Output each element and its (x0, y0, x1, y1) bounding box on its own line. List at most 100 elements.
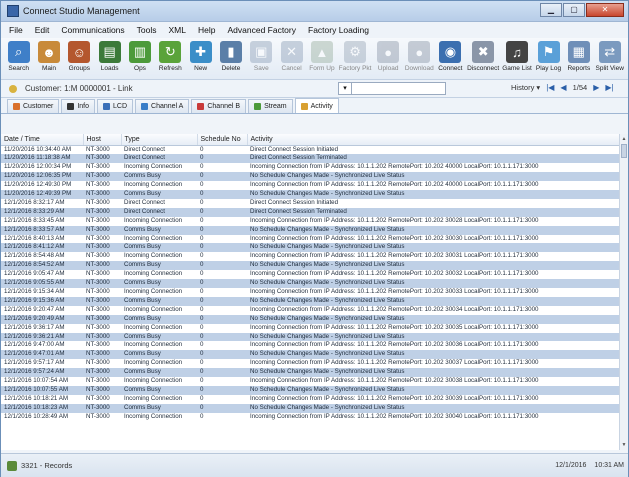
connect-button[interactable]: ◉ Connect (437, 41, 464, 72)
column-header-host[interactable]: Host (83, 134, 122, 146)
table-row[interactable]: 12/1/2016 9:05:47 AM NT-3000 Incoming Conn… (1, 270, 619, 279)
new-button[interactable]: ✚ New (187, 41, 214, 72)
tab-stream[interactable]: Stream (248, 99, 293, 113)
table-cell: Comms Busy (121, 403, 197, 413)
maximize-button[interactable]: ▢ (563, 3, 585, 17)
menu-item-advanced-factory[interactable]: Advanced Factory (227, 25, 296, 35)
table-row[interactable]: 12/1/2016 8:33:57 AM NT-3000 Comms Busy 0 No… (1, 225, 619, 235)
column-header-type[interactable]: Type (121, 134, 198, 146)
disconnect-button[interactable]: ✖ Disconnect (467, 41, 499, 72)
save-button[interactable]: ▣ Save (248, 41, 275, 72)
table-row[interactable]: 12/1/2016 9:05:55 AM NT-3000 Comms Busy 0 No… (1, 279, 619, 288)
tab-channel-a[interactable]: Channel A (135, 99, 190, 113)
table-row[interactable]: 12/1/2016 8:33:45 AM NT-3000 Incoming Conn… (1, 217, 619, 226)
channel-a-icon (141, 103, 149, 110)
table-cell: 12/1/2016 9:47:01 AM (1, 350, 83, 360)
table-cell: Incoming Connection (124, 234, 183, 242)
game-list-button[interactable]: ♫ Game List (502, 41, 532, 72)
customer-label: Customer: 1:M 0000001 - Link (25, 84, 133, 93)
column-header-schedule-no[interactable]: Schedule No (197, 134, 248, 146)
tab-lcd[interactable]: LCD (97, 99, 134, 113)
table-row[interactable]: 12/1/2016 10:28:49 AM NT-3000 Incoming Con… (1, 413, 619, 422)
table-row[interactable]: 12/1/2016 9:20:49 AM NT-3000 Comms Busy 0 No… (1, 314, 619, 324)
table-row[interactable]: 11/20/2016 12:49:39 PM NT-3000 Comms Busy 0… (1, 190, 619, 199)
close-button[interactable]: ✕ (586, 3, 624, 17)
table-row[interactable]: 12/1/2016 9:47:01 AM NT-3000 Comms Busy 0 No… (1, 350, 619, 360)
ops-button[interactable]: ▥ Ops (126, 41, 153, 72)
tab-activity[interactable]: Activity (294, 98, 339, 113)
minimize-button[interactable]: ▁ (540, 3, 562, 17)
table-row[interactable]: 12/1/2016 8:33:29 AM NT-3000 Direct Connec… (1, 207, 619, 217)
table-row[interactable]: 11/20/2016 12:00:34 PM NT-3000 Incoming Co… (1, 163, 619, 172)
table-row[interactable]: 12/1/2016 9:36:17 AM NT-3000 Incoming Conn… (1, 324, 619, 333)
prev-record-icon[interactable]: ◀ (560, 83, 566, 92)
vertical-scrollbar[interactable]: ▲ ▼ (619, 134, 628, 450)
tab-channel-b[interactable]: Channel B (191, 99, 247, 113)
download-button[interactable]: ● Download (405, 41, 434, 72)
table-row[interactable]: 11/20/2016 12:49:30 PM NT-3000 Incoming Co… (1, 181, 619, 190)
table-row[interactable]: 12/1/2016 8:40:13 AM NT-3000 Incoming Conn… (1, 235, 619, 244)
menu-item-xml[interactable]: XML (169, 25, 186, 35)
next-record-icon[interactable]: ▶ (593, 83, 599, 92)
scroll-thumb[interactable] (621, 144, 627, 158)
table-row[interactable]: 12/1/2016 8:54:52 AM NT-3000 Comms Busy 0 No… (1, 261, 619, 271)
upload-button[interactable]: ● Upload (374, 41, 401, 72)
toolbar-label: Save (253, 65, 269, 72)
table-row[interactable]: 12/1/2016 8:41:12 AM NT-3000 Comms Busy 0 No… (1, 243, 619, 253)
table-cell: Incoming Connection from IP Address: 10.… (250, 323, 539, 331)
table-cell: NT-3000 (83, 243, 121, 253)
menu-item-communications[interactable]: Communications (61, 25, 124, 35)
table-cell: Comms Busy (121, 243, 197, 253)
loads-button[interactable]: ▤ Loads (96, 41, 123, 72)
table-row[interactable]: 12/1/2016 8:32:17 AM NT-3000 Direct Connec… (1, 199, 619, 208)
delete-button[interactable]: ▮ Delete (217, 41, 244, 72)
column-header-date-time[interactable]: Date / Time (1, 134, 84, 146)
menu-item-tools[interactable]: Tools (137, 25, 157, 35)
table-row[interactable]: 11/20/2016 10:34:40 AM NT-3000 Direct Conn… (1, 145, 619, 154)
refresh-button[interactable]: ↻ Refresh (157, 41, 184, 72)
split-view-button[interactable]: ⇄ Split View (596, 41, 624, 72)
search-dropdown[interactable]: ▾ (338, 82, 352, 95)
scroll-up-icon[interactable]: ▲ (621, 136, 627, 142)
status-datetime: 12/1/2016 10:31 AM (555, 462, 624, 469)
tab-info[interactable]: Info (61, 99, 96, 113)
table-row[interactable]: 12/1/2016 8:54:48 AM NT-3000 Incoming Conn… (1, 252, 619, 261)
scroll-down-icon[interactable]: ▼ (621, 442, 627, 448)
table-row[interactable]: 12/1/2016 9:15:34 AM NT-3000 Incoming Conn… (1, 288, 619, 297)
table-cell: 12/1/2016 9:15:34 AM (4, 288, 65, 295)
table-row[interactable]: 12/1/2016 9:57:17 AM NT-3000 Incoming Conn… (1, 359, 619, 368)
menu-item-help[interactable]: Help (198, 25, 215, 35)
menu-item-factory-loading[interactable]: Factory Loading (308, 25, 369, 35)
search-input[interactable] (352, 82, 446, 95)
search-button[interactable]: ⌕ Search (5, 41, 32, 72)
table-row[interactable]: 12/1/2016 9:57:24 AM NT-3000 Comms Busy 0 No… (1, 368, 619, 378)
table-row[interactable]: 12/1/2016 10:07:54 AM NT-3000 Incoming Con… (1, 377, 619, 386)
cancel-button[interactable]: ✕ Cancel (278, 41, 305, 72)
tab-customer[interactable]: Customer (7, 99, 60, 113)
table-row[interactable]: 12/1/2016 10:18:23 AM NT-3000 Comms Busy 0 N… (1, 403, 619, 413)
table-cell: 0 (197, 154, 247, 164)
factory-pkt-button[interactable]: ⚙ Factory Pkt (339, 41, 371, 72)
table-cell: 12/1/2016 10:07:55 AM (1, 385, 83, 395)
main-button[interactable]: ☻ Main (35, 41, 62, 72)
table-row[interactable]: 12/1/2016 9:20:47 AM NT-3000 Incoming Conn… (1, 306, 619, 315)
play-log-button[interactable]: ⚑ Play Log (535, 41, 562, 72)
table-row[interactable]: 12/1/2016 10:07:55 AM NT-3000 Comms Busy 0 N… (1, 385, 619, 395)
table-row[interactable]: 12/1/2016 9:15:36 AM NT-3000 Comms Busy 0 No… (1, 296, 619, 306)
table-row[interactable]: 11/20/2016 12:06:35 PM NT-3000 Comms Busy 0… (1, 172, 619, 182)
table-row[interactable]: 12/1/2016 10:18:21 AM NT-3000 Incoming Con… (1, 395, 619, 404)
menu-item-edit[interactable]: Edit (35, 25, 50, 35)
table-row[interactable]: 12/1/2016 9:36:21 AM NT-3000 Comms Busy 0 No… (1, 332, 619, 342)
reports-button[interactable]: ▦ Reports (565, 41, 592, 72)
toolbar: ⌕ Search ☻ Main ☺ Groups ▤ Loads ▥ Ops ↻ Refresh ✚ Ne… (1, 38, 628, 80)
form-up-button[interactable]: ▲ Form Up (308, 41, 335, 72)
last-record-icon[interactable]: ▶| (605, 83, 613, 92)
first-record-icon[interactable]: |◀ (546, 83, 554, 92)
column-header-activity[interactable]: Activity (247, 134, 619, 146)
menu-item-file[interactable]: File (9, 25, 23, 35)
table-row[interactable]: 11/20/2016 11:18:38 AM NT-3000 Direct Conn… (1, 154, 619, 164)
table-row[interactable]: 12/1/2016 9:47:00 AM NT-3000 Incoming Conn… (1, 341, 619, 350)
groups-button[interactable]: ☺ Groups (66, 41, 93, 72)
history-dropdown[interactable]: History ▾ (511, 83, 540, 92)
table-cell: Incoming Connection from IP Address: 10.… (250, 305, 539, 313)
